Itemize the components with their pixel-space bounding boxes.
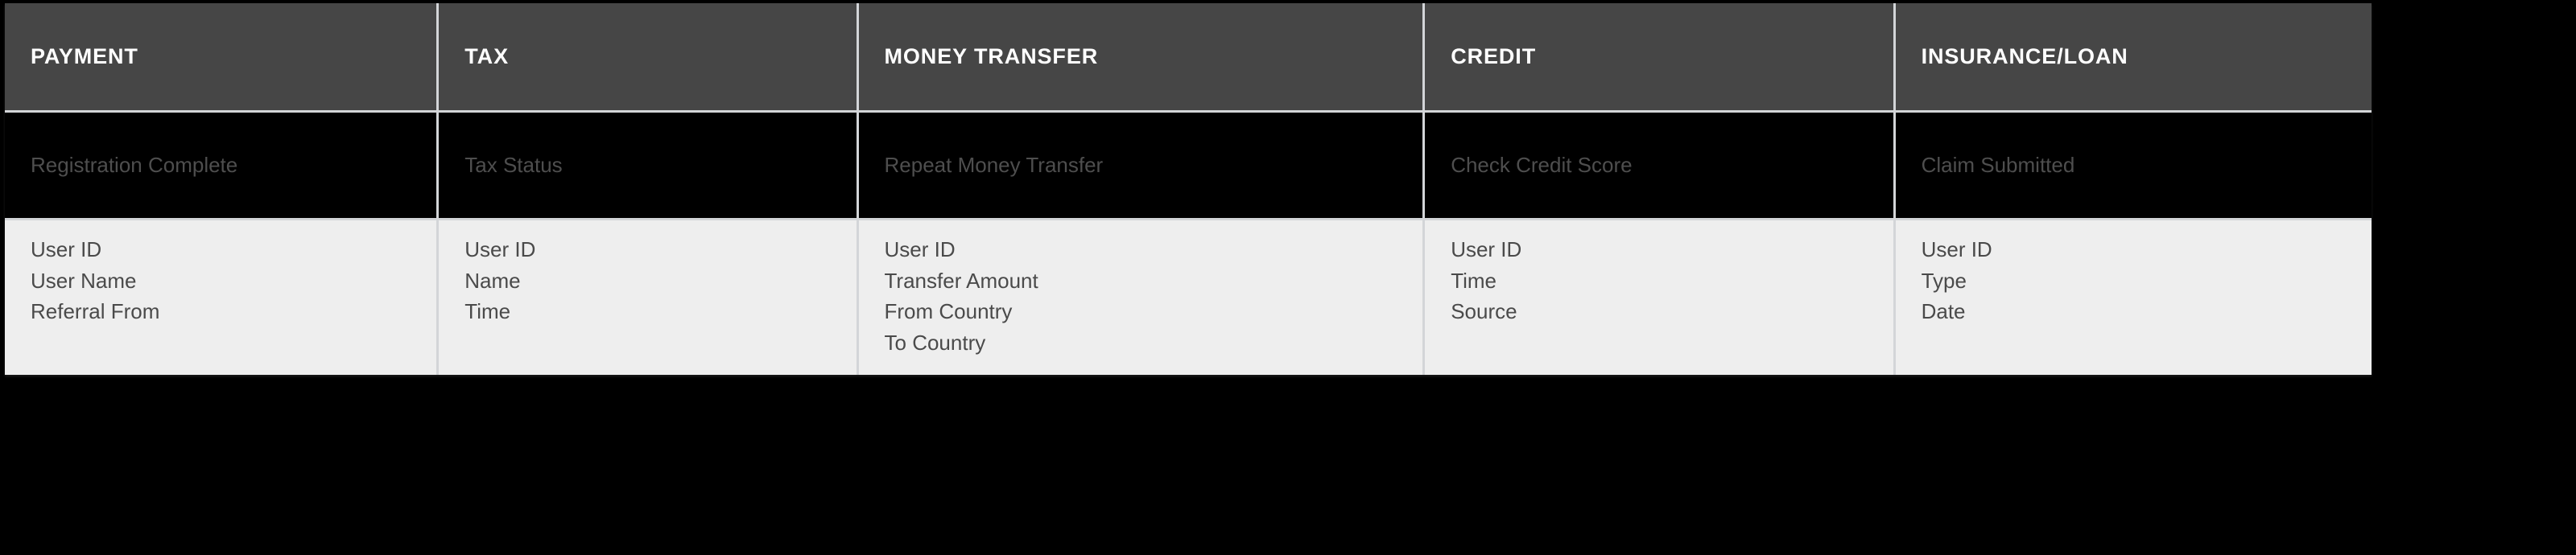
field-item: From Country: [884, 299, 1013, 323]
field-item: User ID: [1921, 237, 1992, 261]
fields-cell-money-transfer: User ID Transfer Amount From Country To …: [858, 220, 1426, 375]
column-header-insurance-loan[interactable]: INSURANCE/LOAN: [1895, 3, 2372, 113]
fields-cell-tax: User ID Name Time: [439, 220, 859, 375]
column-header-credit[interactable]: CREDIT: [1425, 3, 1896, 113]
column-header-payment[interactable]: PAYMENT: [5, 3, 440, 113]
fields-cell-payment: User ID User Name Referral From: [5, 220, 440, 375]
event-name-credit[interactable]: Check Credit Score: [1425, 113, 1896, 220]
field-list-payment: User ID User Name Referral From: [31, 238, 436, 323]
field-item: Name: [464, 268, 521, 293]
field-item: Transfer Amount: [884, 268, 1038, 293]
event-fields-row: User ID User Name Referral From User ID …: [5, 220, 2372, 375]
field-item: Referral From: [31, 299, 160, 323]
event-name-payment[interactable]: Registration Complete: [5, 113, 440, 220]
table-header-row: PAYMENT TAX MONEY TRANSFER CREDIT INSURA…: [5, 3, 2372, 113]
page-canvas: PAYMENT TAX MONEY TRANSFER CREDIT INSURA…: [0, 0, 2576, 555]
field-item: User ID: [31, 237, 102, 261]
event-name-tax[interactable]: Tax Status: [439, 113, 859, 220]
table-body: Registration Complete Tax Status Repeat …: [5, 113, 2372, 375]
field-item: Time: [1451, 268, 1496, 293]
table-header: PAYMENT TAX MONEY TRANSFER CREDIT INSURA…: [5, 3, 2372, 113]
event-name-row: Registration Complete Tax Status Repeat …: [5, 113, 2372, 220]
field-list-tax: User ID Name Time: [464, 238, 856, 323]
fields-cell-insurance-loan: User ID Type Date: [1895, 220, 2372, 375]
event-name-money-transfer[interactable]: Repeat Money Transfer: [858, 113, 1426, 220]
event-taxonomy-table: PAYMENT TAX MONEY TRANSFER CREDIT INSURA…: [5, 3, 2372, 375]
fields-cell-credit: User ID Time Source: [1425, 220, 1896, 375]
field-item: Date: [1921, 299, 1966, 323]
field-item: Source: [1451, 299, 1517, 323]
event-name-insurance-loan[interactable]: Claim Submitted: [1895, 113, 2372, 220]
column-header-tax[interactable]: TAX: [439, 3, 859, 113]
field-item: User Name: [31, 268, 137, 293]
field-item: User ID: [464, 237, 536, 261]
column-header-money-transfer[interactable]: MONEY TRANSFER: [858, 3, 1426, 113]
field-item: Time: [464, 299, 511, 323]
field-item: To Country: [884, 330, 986, 355]
field-item: Type: [1921, 268, 1967, 293]
field-list-money-transfer: User ID Transfer Amount From Country To …: [885, 238, 1423, 354]
field-item: User ID: [1451, 237, 1522, 261]
field-list-credit: User ID Time Source: [1451, 238, 1893, 323]
field-item: User ID: [884, 237, 956, 261]
field-list-insurance-loan: User ID Type Date: [1922, 238, 2372, 323]
